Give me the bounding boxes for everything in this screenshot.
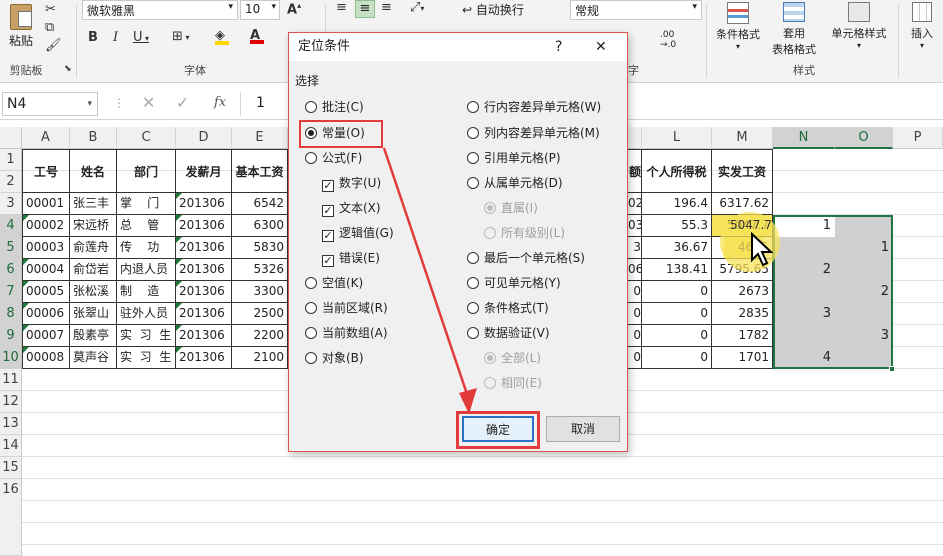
annotation-arrow <box>382 147 477 414</box>
